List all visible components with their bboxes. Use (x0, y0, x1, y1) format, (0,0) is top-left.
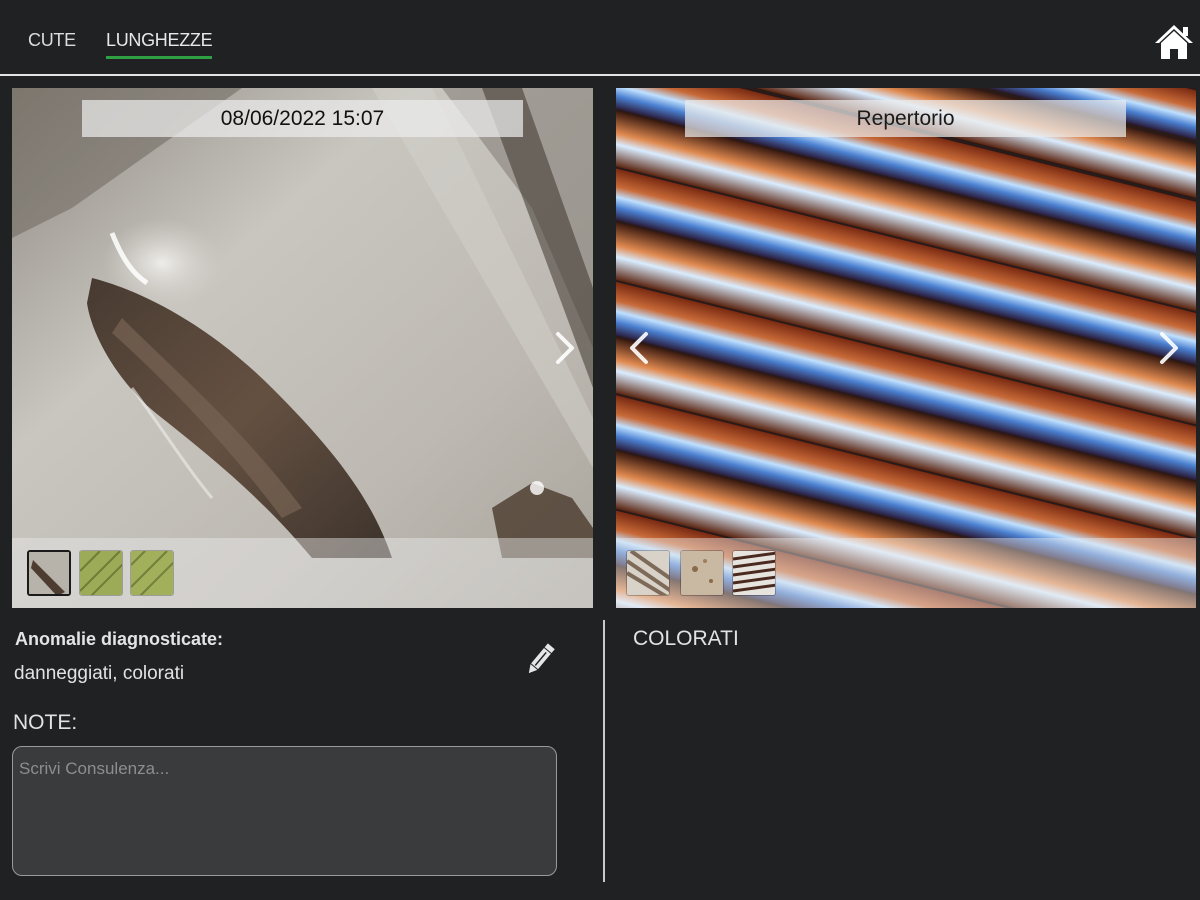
thumbnail-strip (616, 538, 1196, 608)
thumbnail-hair-root[interactable] (27, 550, 71, 596)
colored-hair-photo (616, 88, 1196, 608)
section-divider (603, 620, 605, 882)
hair-root-photo (12, 88, 593, 608)
thumbnail-scalp-1[interactable] (79, 550, 123, 596)
thumbnail-scalp-2[interactable] (130, 550, 174, 596)
thumbnail-repertorio-1[interactable] (626, 550, 670, 596)
repertorio-image-panel[interactable]: Repertorio (616, 88, 1196, 608)
notes-label: NOTE: (13, 711, 78, 734)
thumbnail-repertorio-3[interactable] (732, 550, 776, 596)
thumbnail-strip (12, 538, 593, 608)
microscope-image-panel[interactable]: 08/06/2022 15:07 (12, 88, 593, 608)
repertorio-caption: Repertorio (685, 100, 1126, 137)
tab-lunghezze[interactable]: LUNGHEZZE (106, 30, 213, 59)
thumbnail-repertorio-2[interactable] (680, 550, 724, 596)
capture-timestamp: 08/06/2022 15:07 (82, 100, 523, 137)
diagnosis-value: danneggiati, colorati (14, 663, 185, 684)
edit-diagnosis-button[interactable] (524, 640, 556, 678)
home-button[interactable] (1153, 22, 1195, 62)
chevron-right-icon[interactable] (550, 328, 580, 368)
consultation-notes-field[interactable] (12, 746, 557, 876)
top-bar: CUTE LUNGHEZZE (0, 0, 1200, 76)
repertorio-category-label: COLORATI (633, 627, 739, 650)
diagnosis-title: Anomalie diagnosticate: (15, 629, 224, 649)
chevron-left-icon[interactable] (624, 328, 654, 368)
home-icon (1155, 25, 1193, 59)
chevron-right-icon[interactable] (1154, 328, 1184, 368)
pencil-icon (528, 643, 555, 674)
tab-cute[interactable]: CUTE (28, 30, 76, 51)
